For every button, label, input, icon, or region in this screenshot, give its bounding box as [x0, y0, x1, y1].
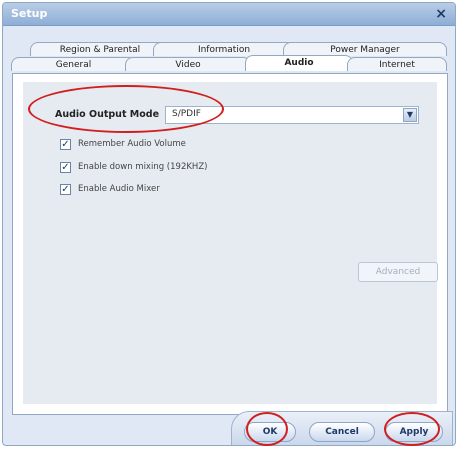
tab-information[interactable]: Information	[153, 42, 295, 56]
title-bar: Setup ×	[3, 3, 455, 26]
close-icon[interactable]: ×	[435, 5, 447, 23]
tab-internet[interactable]: Internet	[347, 57, 447, 71]
setup-window: Setup × Region & Parental Information Po…	[2, 2, 456, 446]
enable-down-mixing-checkbox[interactable]: ✓	[60, 162, 71, 173]
advanced-button[interactable]: Advanced	[358, 262, 438, 282]
remember-audio-volume-checkbox[interactable]: ✓	[60, 139, 71, 150]
enable-audio-mixer-checkbox[interactable]: ✓	[60, 184, 71, 195]
highlight-ring-output-mode	[28, 85, 224, 133]
tab-power-manager[interactable]: Power Manager	[283, 42, 447, 56]
window-title: Setup	[11, 7, 48, 20]
remember-audio-volume-label: Remember Audio Volume	[78, 139, 186, 149]
tab-video[interactable]: Video	[125, 57, 251, 71]
enable-audio-mixer-label: Enable Audio Mixer	[78, 184, 160, 194]
tab-audio[interactable]: Audio	[245, 55, 353, 71]
chevron-down-icon[interactable]: ▼	[403, 108, 417, 122]
highlight-ring-ok	[246, 412, 288, 446]
cancel-button[interactable]: Cancel	[309, 422, 375, 442]
enable-down-mixing-label: Enable down mixing (192KHZ)	[78, 162, 208, 172]
tab-region-parental[interactable]: Region & Parental	[30, 42, 170, 56]
tab-general[interactable]: General	[11, 57, 136, 71]
highlight-ring-apply	[384, 412, 440, 446]
